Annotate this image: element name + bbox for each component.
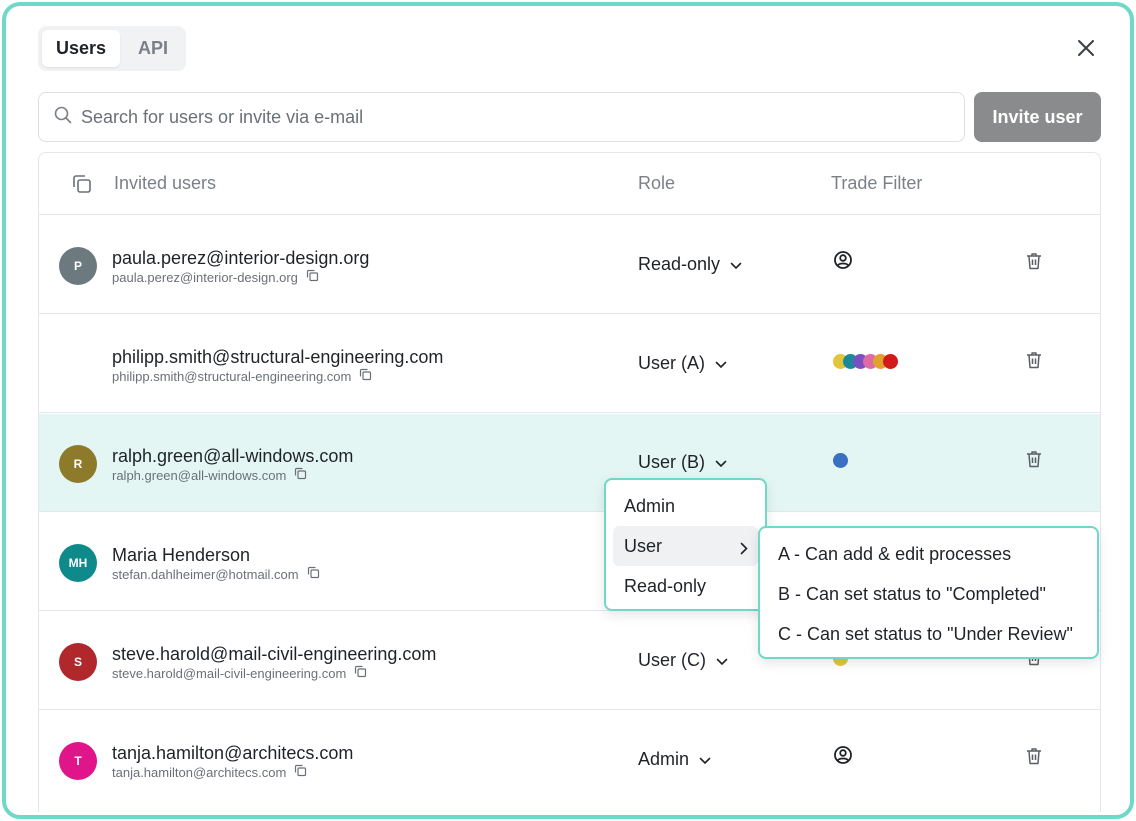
trade-dot xyxy=(883,353,898,369)
trash-icon[interactable] xyxy=(1024,350,1044,375)
user-email-line: paula.perez@interior-design.org xyxy=(112,269,319,285)
copy-icon[interactable] xyxy=(306,269,319,285)
user-name: philipp.smith@structural-engineering.com xyxy=(112,347,444,367)
trade-dot xyxy=(833,452,848,468)
table-row: R ralph.green@all-windows.com ralph.gree… xyxy=(39,414,1100,512)
role-value: User (C) xyxy=(638,650,706,670)
tab-bar: Users API xyxy=(38,26,187,71)
user-email: paula.perez@interior-design.org xyxy=(112,269,298,285)
table-row: P paula.perez@interior-design.org paula.… xyxy=(39,216,1100,314)
avatar: R xyxy=(59,445,97,483)
role-menu-item-read-only[interactable]: Read-only xyxy=(613,566,758,606)
users-table: Invited users Role Trade Filter P paula.… xyxy=(38,152,1101,812)
close-icon[interactable] xyxy=(1074,36,1098,60)
search-icon xyxy=(53,105,73,130)
user-email: steve.harold@mail-civil-engineering.com xyxy=(112,665,347,681)
user-name: Maria Henderson xyxy=(112,545,251,565)
submenu-item-b[interactable]: B - Can set status to "Completed" xyxy=(768,574,1089,614)
invite-user-button[interactable]: Invite user xyxy=(974,92,1101,142)
copy-icon[interactable] xyxy=(359,368,372,384)
avatar: MH xyxy=(59,544,97,582)
trade-filter[interactable] xyxy=(833,450,848,470)
copy-icon[interactable] xyxy=(294,467,307,483)
user-name: ralph.green@all-windows.com xyxy=(112,446,354,466)
role-value: Read-only xyxy=(638,254,721,274)
header-role: Role xyxy=(638,173,676,193)
role-dropdown[interactable]: User (B) xyxy=(638,452,727,473)
copy-icon[interactable] xyxy=(307,566,320,582)
chevron-down-icon xyxy=(699,749,711,770)
user-email-line: steve.harold@mail-civil-engineering.com xyxy=(112,665,367,681)
user-email: ralph.green@all-windows.com xyxy=(112,467,287,483)
trash-icon[interactable] xyxy=(1024,449,1044,474)
copy-icon[interactable] xyxy=(294,764,307,780)
user-name: steve.harold@mail-civil-engineering.com xyxy=(112,644,437,664)
role-value: User (B) xyxy=(638,452,705,472)
role-value: Admin xyxy=(638,749,690,769)
chevron-right-icon xyxy=(740,539,748,560)
user-circle-icon xyxy=(833,250,853,275)
chevron-down-icon xyxy=(715,353,727,374)
user-email-line: stefan.dahlheimer@hotmail.com xyxy=(112,566,320,582)
copy-icon[interactable] xyxy=(354,665,367,681)
role-menu-item-admin[interactable]: Admin xyxy=(613,486,758,526)
role-value: User (A) xyxy=(638,353,705,373)
trade-filter[interactable] xyxy=(833,745,853,770)
user-circle-icon xyxy=(833,745,853,770)
user-email-line: tanja.hamilton@architecs.com xyxy=(112,764,307,780)
role-dropdown[interactable]: Read-only xyxy=(638,254,742,275)
user-email-line: ralph.green@all-windows.com xyxy=(112,467,307,483)
trade-filter[interactable] xyxy=(833,250,853,275)
user-email-line: philipp.smith@structural-engineering.com xyxy=(112,368,372,384)
role-menu: Admin User Read-only xyxy=(604,478,767,611)
avatar: T xyxy=(59,742,97,780)
trade-filter[interactable] xyxy=(833,351,898,371)
role-menu-item-user[interactable]: User xyxy=(613,526,758,566)
chevron-down-icon xyxy=(716,650,728,671)
trash-icon[interactable] xyxy=(1024,746,1044,771)
search-input[interactable] xyxy=(81,106,941,128)
trash-icon[interactable] xyxy=(1024,251,1044,276)
user-name: tanja.hamilton@architecs.com xyxy=(112,743,354,763)
user-name: paula.perez@interior-design.org xyxy=(112,248,370,268)
user-submenu: A - Can add & edit processes B - Can set… xyxy=(758,526,1099,659)
header-trade-filter: Trade Filter xyxy=(831,173,923,193)
role-menu-item-label: User xyxy=(624,535,663,556)
table-row: T tanja.hamilton@architecs.com tanja.ham… xyxy=(39,711,1100,809)
search-field[interactable] xyxy=(38,92,965,142)
users-dialog: Users API Invite user Invited users Role… xyxy=(2,2,1134,819)
user-email: stefan.dahlheimer@hotmail.com xyxy=(112,566,299,582)
role-dropdown[interactable]: Admin xyxy=(638,749,711,770)
submenu-item-c[interactable]: C - Can set status to "Under Review" xyxy=(768,614,1089,654)
role-dropdown[interactable]: User (C) xyxy=(638,650,728,671)
user-email: tanja.hamilton@architecs.com xyxy=(112,764,287,780)
chevron-down-icon xyxy=(730,254,742,275)
table-header: Invited users Role Trade Filter xyxy=(39,153,1100,215)
copy-all-icon[interactable] xyxy=(71,173,93,200)
user-email: philipp.smith@structural-engineering.com xyxy=(112,368,352,384)
role-dropdown[interactable]: User (A) xyxy=(638,353,727,374)
tab-api[interactable]: API xyxy=(124,30,182,67)
tab-users[interactable]: Users xyxy=(42,30,121,67)
chevron-down-icon xyxy=(715,452,727,473)
table-row: philipp.smith@structural-engineering.com… xyxy=(39,315,1100,413)
submenu-item-a[interactable]: A - Can add & edit processes xyxy=(768,534,1089,574)
header-invited-users: Invited users xyxy=(114,173,217,193)
avatar: S xyxy=(59,643,97,681)
avatar: P xyxy=(59,247,97,285)
